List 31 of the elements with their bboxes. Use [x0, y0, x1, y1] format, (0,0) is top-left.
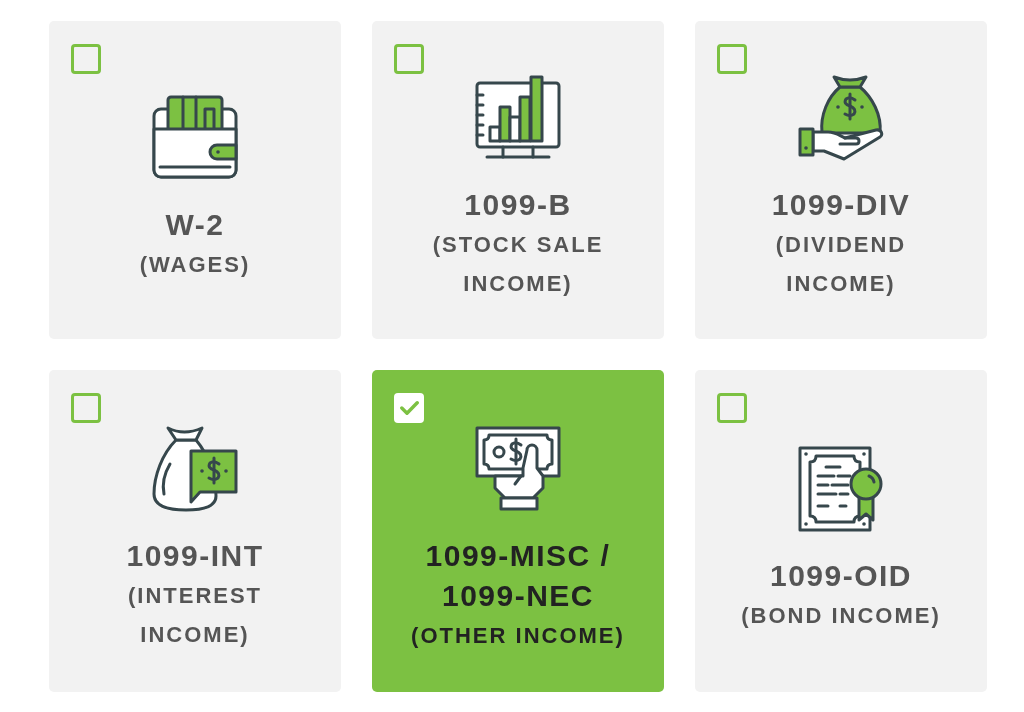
certificate-icon — [798, 445, 884, 532]
checkbox[interactable] — [394, 44, 424, 74]
form-description: (DIVIDEND INCOME) — [774, 231, 908, 298]
check-icon — [399, 401, 419, 415]
dollar-bill-hand-icon — [475, 425, 561, 512]
form-title: 1099-DIV — [771, 187, 911, 223]
form-description: (STOCK SALE INCOME) — [431, 231, 605, 298]
form-description: (WAGES) — [139, 250, 251, 279]
form-title: 1099-MISC / 1099-NEC — [424, 537, 612, 614]
income-form-card[interactable]: 1099-INT (INTEREST INCOME) — [49, 370, 341, 692]
income-form-card[interactable]: 1099-OID (BOND INCOME) — [695, 370, 987, 692]
form-title: 1099-OID — [769, 557, 913, 594]
checkbox[interactable] — [717, 44, 747, 74]
income-form-card[interactable]: 1099-B (STOCK SALE INCOME) — [372, 21, 664, 339]
form-title: 1099-INT — [126, 538, 264, 574]
checkbox[interactable] — [71, 393, 101, 423]
money-bag-dollar-icon — [152, 426, 238, 512]
checkbox[interactable] — [717, 393, 747, 423]
checkbox[interactable] — [394, 393, 424, 423]
form-title: W-2 — [165, 206, 225, 243]
income-form-card[interactable]: 1099-DIV (DIVIDEND INCOME) — [695, 21, 987, 339]
wallet-icon — [152, 94, 238, 181]
form-description: (INTEREST INCOME) — [126, 582, 264, 649]
money-bag-hand-icon — [798, 75, 884, 161]
checkbox[interactable] — [71, 44, 101, 74]
form-description: (OTHER INCOME) — [411, 621, 625, 650]
income-form-card[interactable]: W-2 (WAGES) — [49, 21, 341, 339]
form-description: (BOND INCOME) — [741, 601, 941, 630]
bar-chart-monitor-icon — [475, 75, 561, 161]
income-form-card[interactable]: 1099-MISC / 1099-NEC (OTHER INCOME) — [372, 370, 664, 692]
form-title: 1099-B — [464, 187, 572, 223]
